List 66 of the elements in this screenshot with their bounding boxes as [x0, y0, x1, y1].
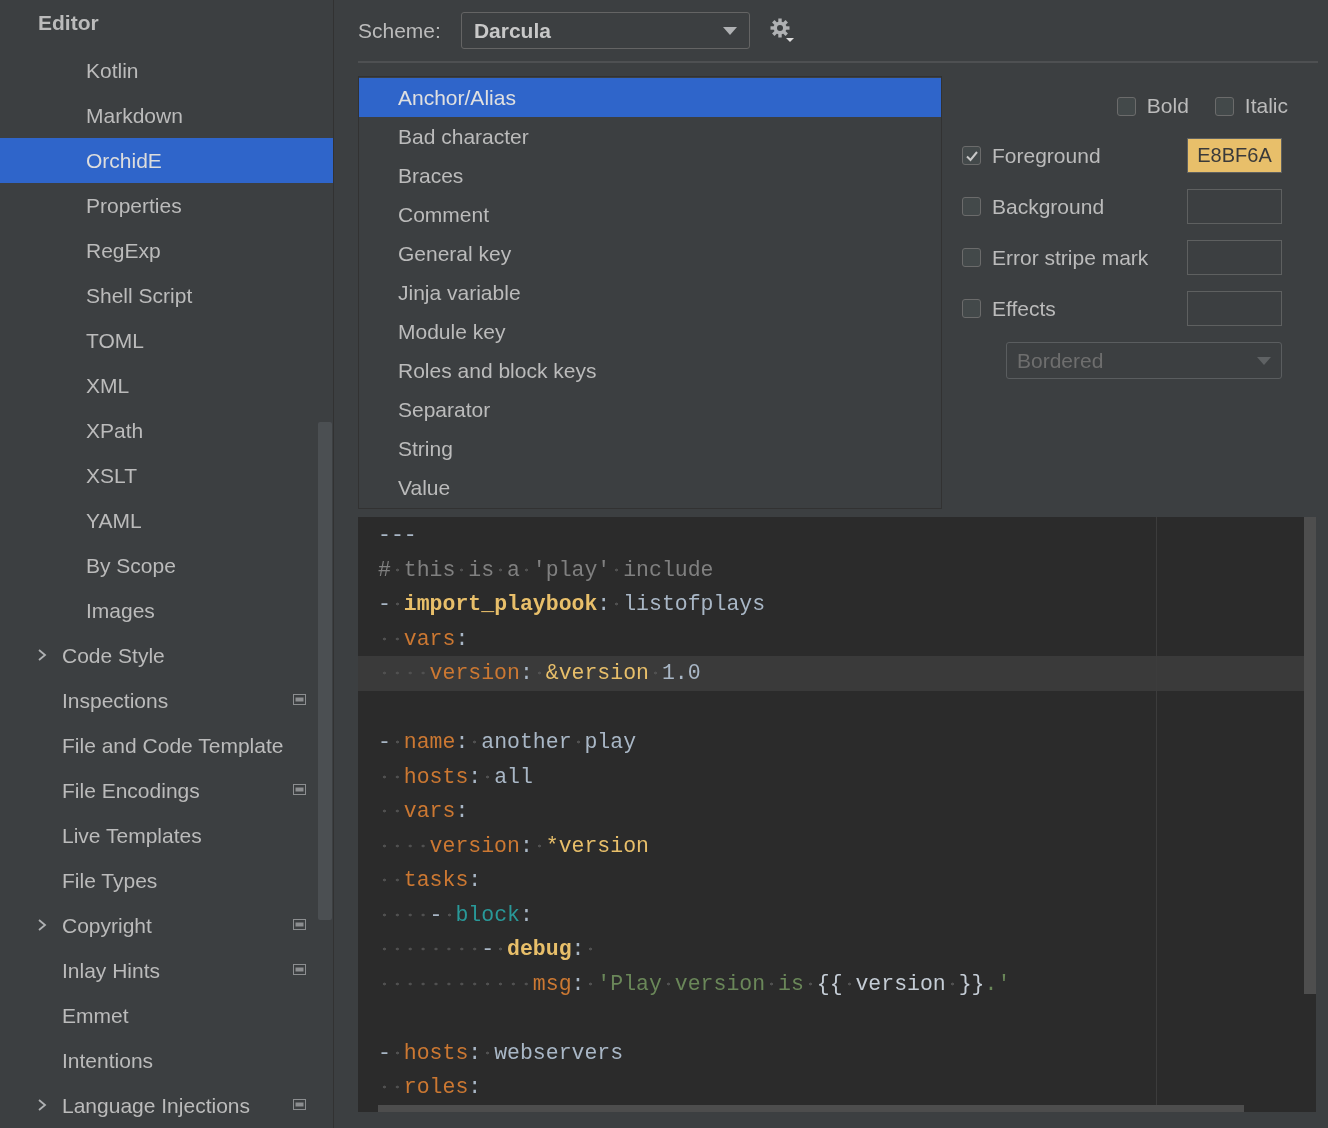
tree-item[interactable]: RegExp	[0, 228, 333, 273]
tree-item[interactable]: Inlay Hints	[0, 948, 333, 993]
tree-item[interactable]: Code Style	[0, 633, 333, 678]
tree-item[interactable]: File Types	[0, 858, 333, 903]
scrollbar-thumb[interactable]	[1304, 517, 1316, 994]
section-heading: Editor	[37, 10, 100, 36]
tree-item[interactable]: By Scope	[0, 543, 333, 588]
checkbox[interactable]	[1116, 96, 1136, 116]
checkbox[interactable]	[962, 299, 981, 318]
color-swatch[interactable]	[1187, 291, 1282, 326]
dropdown-arrow-icon	[722, 26, 737, 35]
checkbox[interactable]	[962, 248, 981, 267]
list-item[interactable]: General key	[359, 234, 941, 273]
checkbox[interactable]	[1214, 96, 1234, 116]
tree-item[interactable]: Live Templates	[0, 813, 333, 858]
list-item[interactable]: Bad character	[359, 117, 941, 156]
checkbox-label: Bold	[1146, 94, 1189, 118]
scheme-dropdown[interactable]: Darcula	[460, 12, 750, 49]
chevron-right-icon[interactable]	[36, 648, 48, 662]
tree-item[interactable]: Images	[0, 588, 333, 633]
code-line: roles:	[358, 1070, 1316, 1105]
tree-item[interactable]: File and Code Template	[0, 723, 333, 768]
tree-item[interactable]: Emmet	[0, 993, 333, 1038]
tree-item[interactable]: YAML	[0, 498, 333, 543]
dropdown-arrow-icon	[1257, 356, 1271, 365]
chevron-right-icon[interactable]	[36, 918, 48, 932]
list-item[interactable]: Value	[359, 468, 941, 507]
scheme-label: Scheme:	[358, 18, 441, 43]
list-item[interactable]: Comment	[359, 195, 941, 234]
list-item[interactable]: String	[359, 429, 941, 468]
tree-item[interactable]: File Encodings	[0, 768, 333, 813]
code-line: - hosts: webservers	[377, 1039, 625, 1067]
checkbox-label: Italic	[1244, 94, 1288, 118]
checkbox-label: Effects	[992, 296, 1057, 321]
tree-item[interactable]: Inspections	[0, 678, 333, 723]
tree-item[interactable]: TOML	[0, 318, 333, 363]
tree-item[interactable]: Shell Script	[0, 273, 333, 318]
tree-item[interactable]: XSLT	[0, 453, 333, 498]
list-item[interactable]: Braces	[359, 156, 941, 195]
tree-item[interactable]: Intentions	[0, 1038, 333, 1083]
tree-item[interactable]: Properties	[0, 183, 333, 228]
color-swatch[interactable]: E8BF6A	[1187, 138, 1282, 173]
list-item[interactable]: Anchor/Alias	[359, 78, 941, 117]
tree-item[interactable]: XPath	[0, 408, 333, 453]
checkbox[interactable]	[962, 197, 981, 216]
tree-item[interactable]: Kotlin	[0, 48, 333, 93]
list-item[interactable]: Module key	[359, 312, 941, 351]
settings-icon[interactable]	[769, 17, 796, 44]
checkbox-label: Foreground	[992, 143, 1102, 168]
checkbox-label: Background	[992, 194, 1106, 219]
chevron-right-icon[interactable]	[36, 1098, 48, 1112]
color-swatch[interactable]	[1187, 189, 1282, 224]
tree-item[interactable]: Markdown	[0, 93, 333, 138]
code-line: ---	[377, 522, 418, 549]
color-swatch[interactable]	[1187, 240, 1282, 275]
scrollbar-thumb[interactable]	[318, 422, 332, 920]
list-item[interactable]: Jinja variable	[359, 273, 941, 312]
tree-item[interactable]: Language Injections	[0, 1083, 333, 1128]
scrollbar-thumb[interactable]	[378, 1105, 1244, 1112]
tree-item[interactable]: OrchidE	[0, 138, 333, 183]
tree-item[interactable]: XML	[0, 363, 333, 408]
checkbox[interactable]	[962, 146, 981, 165]
tree-item[interactable]: Copyright	[0, 903, 333, 948]
list-item[interactable]: Roles and block keys	[359, 351, 941, 390]
checkbox-label: Error stripe mark	[992, 245, 1150, 270]
list-item[interactable]: Separator	[359, 390, 941, 429]
